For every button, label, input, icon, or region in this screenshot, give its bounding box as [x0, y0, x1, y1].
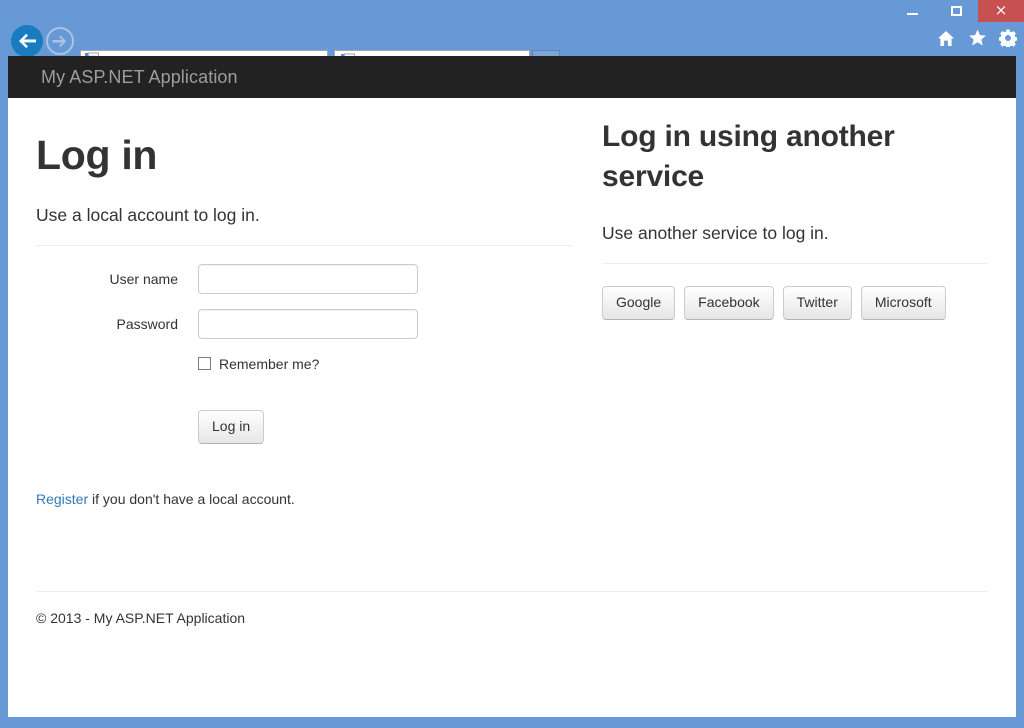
window-controls: × [890, 0, 1024, 22]
navbar-brand[interactable]: My ASP.NET Application [41, 67, 238, 88]
external-provider-buttons: Google Facebook Twitter Microsoft [602, 286, 988, 320]
close-icon: × [995, 3, 1008, 18]
external-login-subheading: Use another service to log in. [602, 222, 988, 245]
provider-button-facebook[interactable]: Facebook [684, 286, 773, 320]
browser-window: × [0, 0, 1024, 728]
local-login-section: Log in Use a local account to log in. Us… [36, 117, 587, 507]
footer-divider [36, 591, 988, 592]
minimize-button[interactable] [890, 0, 934, 22]
provider-button-twitter[interactable]: Twitter [783, 286, 852, 320]
page-viewport: My ASP.NET Application Log in Use a loca… [8, 56, 1016, 717]
provider-button-google[interactable]: Google [602, 286, 675, 320]
site-footer: © 2013 - My ASP.NET Application [36, 610, 988, 626]
maximize-icon [951, 6, 962, 16]
forward-arrow-icon [52, 35, 68, 48]
local-login-subheading: Use a local account to log in. [36, 204, 572, 227]
minimize-icon [907, 13, 918, 15]
remember-me-row: Remember me? [36, 356, 572, 372]
external-login-section: Log in using another service Use another… [587, 117, 988, 320]
register-rest-text: if you don't have a local account. [88, 491, 295, 507]
content-container: Log in Use a local account to log in. Us… [36, 98, 988, 626]
page-title: Log in [36, 133, 572, 178]
external-login-divider [602, 263, 988, 264]
back-arrow-icon [18, 33, 37, 49]
site-navbar: My ASP.NET Application [8, 56, 1016, 98]
close-button[interactable]: × [978, 0, 1024, 22]
back-button[interactable] [11, 25, 43, 57]
submit-row: Log in [36, 410, 572, 444]
register-paragraph: Register if you don't have a local accou… [36, 491, 572, 507]
password-input[interactable] [198, 309, 418, 339]
login-columns: Log in Use a local account to log in. Us… [36, 117, 988, 507]
username-row: User name [36, 264, 572, 294]
browser-navigation-bar: http://www.wingtiptoys.com/ [0, 22, 1024, 56]
page-body: Log in Use a local account to log in. Us… [8, 98, 1016, 626]
local-login-divider [36, 245, 572, 246]
provider-button-microsoft[interactable]: Microsoft [861, 286, 946, 320]
remember-me-checkbox[interactable] [198, 357, 211, 370]
login-form: User name Password [36, 264, 572, 444]
maximize-button[interactable] [934, 0, 978, 22]
password-field-wrap [198, 309, 572, 339]
submit-field-wrap: Log in [198, 410, 572, 444]
username-field-wrap [198, 264, 572, 294]
remember-me-group[interactable]: Remember me? [198, 356, 572, 372]
password-label: Password [36, 316, 198, 332]
username-label: User name [36, 271, 198, 287]
remember-field-wrap: Remember me? [198, 356, 572, 372]
register-link[interactable]: Register [36, 491, 88, 507]
password-row: Password [36, 309, 572, 339]
external-login-heading: Log in using another service [602, 117, 988, 196]
log-in-button[interactable]: Log in [198, 410, 264, 444]
username-input[interactable] [198, 264, 418, 294]
remember-me-label: Remember me? [219, 356, 319, 372]
forward-button[interactable] [46, 27, 74, 55]
